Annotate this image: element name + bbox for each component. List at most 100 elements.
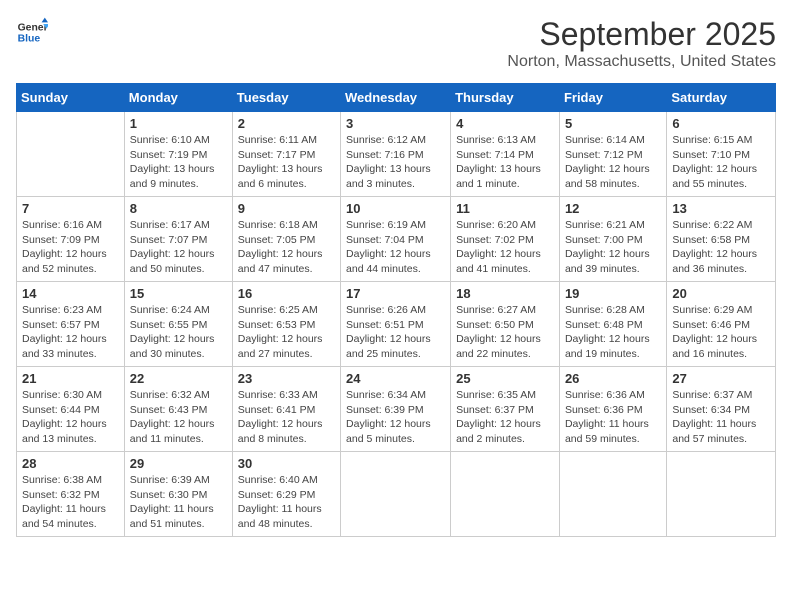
title-area: September 2025 Norton, Massachusetts, Un… — [507, 16, 776, 71]
day-number: 10 — [346, 201, 445, 216]
day-number: 7 — [22, 201, 119, 216]
calendar-cell: 17Sunrise: 6:26 AMSunset: 6:51 PMDayligh… — [341, 282, 451, 367]
calendar-cell: 15 Sunrise: 6:24 AMSunset: 6:55 PMDayligh… — [124, 282, 232, 367]
day-info: Sunrise: 6:16 AMSunset: 7:09 PMDaylight:… — [22, 218, 119, 277]
day-number: 1 — [130, 116, 227, 131]
calendar-cell: 22Sunrise: 6:32 AMSunset: 6:43 PMDayligh… — [124, 367, 232, 452]
calendar-cell — [667, 452, 776, 537]
day-number: 15 — [130, 286, 227, 301]
day-info: Sunrise: 6:24 AMSunset: 6:55 PMDaylight:… — [130, 303, 227, 362]
weekday-header-saturday: Saturday — [667, 84, 776, 112]
weekday-header-friday: Friday — [559, 84, 666, 112]
calendar-cell: 11 Sunrise: 6:20 AMSunset: 7:02 PMDayligh… — [451, 197, 560, 282]
calendar-cell: 10 Sunrise: 6:19 AMSunset: 7:04 PMDayligh… — [341, 197, 451, 282]
calendar-cell: 18 Sunrise: 6:27 AMSunset: 6:50 PMDayligh… — [451, 282, 560, 367]
day-number: 26 — [565, 371, 661, 386]
weekday-header-wednesday: Wednesday — [341, 84, 451, 112]
day-number: 25 — [456, 371, 554, 386]
day-number: 16 — [238, 286, 335, 301]
calendar-cell: 6 Sunrise: 6:15 AMSunset: 7:10 PMDaylight… — [667, 112, 776, 197]
calendar-week-row: 14 Sunrise: 6:23 AMSunset: 6:57 PMDayligh… — [17, 282, 776, 367]
day-info: Sunrise: 6:38 AMSunset: 6:32 PMDaylight:… — [22, 473, 119, 532]
day-number: 4 — [456, 116, 554, 131]
day-number: 12 — [565, 201, 661, 216]
calendar-table: SundayMondayTuesdayWednesdayThursdayFrid… — [16, 83, 776, 537]
page-header: General Blue September 2025 Norton, Mass… — [16, 16, 776, 71]
calendar-cell: 2 Sunrise: 6:11 AMSunset: 7:17 PMDaylight… — [232, 112, 340, 197]
day-number: 20 — [672, 286, 770, 301]
calendar-cell: 12 Sunrise: 6:21 AMSunset: 7:00 PMDayligh… — [559, 197, 666, 282]
day-number: 13 — [672, 201, 770, 216]
calendar-cell: 5 Sunrise: 6:14 AMSunset: 7:12 PMDaylight… — [559, 112, 666, 197]
calendar-cell: 25 Sunrise: 6:35 AMSunset: 6:37 PMDayligh… — [451, 367, 560, 452]
day-number: 6 — [672, 116, 770, 131]
day-info: Sunrise: 6:14 AMSunset: 7:12 PMDaylight:… — [565, 133, 661, 192]
logo: General Blue — [16, 16, 48, 48]
calendar-week-row: 1 Sunrise: 6:10 AMSunset: 7:19 PMDaylight… — [17, 112, 776, 197]
day-info: Sunrise: 6:21 AMSunset: 7:00 PMDaylight:… — [565, 218, 661, 277]
calendar-cell: 30Sunrise: 6:40 AMSunset: 6:29 PMDayligh… — [232, 452, 340, 537]
calendar-cell: 24Sunrise: 6:34 AMSunset: 6:39 PMDayligh… — [341, 367, 451, 452]
weekday-header-sunday: Sunday — [17, 84, 125, 112]
day-info: Sunrise: 6:22 AMSunset: 6:58 PMDaylight:… — [672, 218, 770, 277]
day-number: 5 — [565, 116, 661, 131]
calendar-cell: 28 Sunrise: 6:38 AMSunset: 6:32 PMDayligh… — [17, 452, 125, 537]
day-info: Sunrise: 6:25 AMSunset: 6:53 PMDaylight:… — [238, 303, 335, 362]
calendar-cell: 3 Sunrise: 6:12 AMSunset: 7:16 PMDaylight… — [341, 112, 451, 197]
calendar-cell: 20Sunrise: 6:29 AMSunset: 6:46 PMDayligh… — [667, 282, 776, 367]
day-number: 19 — [565, 286, 661, 301]
day-info: Sunrise: 6:30 AMSunset: 6:44 PMDaylight:… — [22, 388, 119, 447]
calendar-week-row: 21 Sunrise: 6:30 AMSunset: 6:44 PMDayligh… — [17, 367, 776, 452]
calendar-cell: 14 Sunrise: 6:23 AMSunset: 6:57 PMDayligh… — [17, 282, 125, 367]
calendar-cell: 8Sunrise: 6:17 AMSunset: 7:07 PMDaylight… — [124, 197, 232, 282]
calendar-cell: 21 Sunrise: 6:30 AMSunset: 6:44 PMDayligh… — [17, 367, 125, 452]
day-number: 27 — [672, 371, 770, 386]
calendar-cell — [559, 452, 666, 537]
day-info: Sunrise: 6:15 AMSunset: 7:10 PMDaylight:… — [672, 133, 770, 192]
day-info: Sunrise: 6:34 AMSunset: 6:39 PMDaylight:… — [346, 388, 445, 447]
day-number: 23 — [238, 371, 335, 386]
calendar-cell: 23 Sunrise: 6:33 AMSunset: 6:41 PMDayligh… — [232, 367, 340, 452]
weekday-header-thursday: Thursday — [451, 84, 560, 112]
location-title: Norton, Massachusetts, United States — [507, 53, 776, 71]
calendar-cell: 13 Sunrise: 6:22 AMSunset: 6:58 PMDayligh… — [667, 197, 776, 282]
day-number: 28 — [22, 456, 119, 471]
weekday-header-monday: Monday — [124, 84, 232, 112]
day-number: 30 — [238, 456, 335, 471]
day-info: Sunrise: 6:23 AMSunset: 6:57 PMDaylight:… — [22, 303, 119, 362]
calendar-cell: 9Sunrise: 6:18 AMSunset: 7:05 PMDaylight… — [232, 197, 340, 282]
day-info: Sunrise: 6:33 AMSunset: 6:41 PMDaylight:… — [238, 388, 335, 447]
calendar-cell: 27Sunrise: 6:37 AMSunset: 6:34 PMDayligh… — [667, 367, 776, 452]
day-info: Sunrise: 6:10 AMSunset: 7:19 PMDaylight:… — [130, 133, 227, 192]
day-info: Sunrise: 6:20 AMSunset: 7:02 PMDaylight:… — [456, 218, 554, 277]
day-number: 21 — [22, 371, 119, 386]
day-info: Sunrise: 6:36 AMSunset: 6:36 PMDaylight:… — [565, 388, 661, 447]
calendar-cell: 1 Sunrise: 6:10 AMSunset: 7:19 PMDaylight… — [124, 112, 232, 197]
calendar-cell — [451, 452, 560, 537]
day-info: Sunrise: 6:35 AMSunset: 6:37 PMDaylight:… — [456, 388, 554, 447]
logo-icon: General Blue — [16, 16, 48, 48]
calendar-cell: 16 Sunrise: 6:25 AMSunset: 6:53 PMDayligh… — [232, 282, 340, 367]
day-number: 14 — [22, 286, 119, 301]
calendar-week-row: 28 Sunrise: 6:38 AMSunset: 6:32 PMDayligh… — [17, 452, 776, 537]
calendar-cell: 26 Sunrise: 6:36 AMSunset: 6:36 PMDayligh… — [559, 367, 666, 452]
month-title: September 2025 — [507, 16, 776, 53]
day-number: 11 — [456, 201, 554, 216]
day-info: Sunrise: 6:19 AMSunset: 7:04 PMDaylight:… — [346, 218, 445, 277]
day-info: Sunrise: 6:13 AMSunset: 7:14 PMDaylight:… — [456, 133, 554, 192]
day-number: 8 — [130, 201, 227, 216]
day-info: Sunrise: 6:32 AMSunset: 6:43 PMDaylight:… — [130, 388, 227, 447]
weekday-header-tuesday: Tuesday — [232, 84, 340, 112]
day-info: Sunrise: 6:12 AMSunset: 7:16 PMDaylight:… — [346, 133, 445, 192]
day-number: 9 — [238, 201, 335, 216]
day-info: Sunrise: 6:26 AMSunset: 6:51 PMDaylight:… — [346, 303, 445, 362]
day-number: 18 — [456, 286, 554, 301]
svg-text:Blue: Blue — [18, 34, 41, 45]
calendar-week-row: 7 Sunrise: 6:16 AMSunset: 7:09 PMDaylight… — [17, 197, 776, 282]
day-number: 29 — [130, 456, 227, 471]
day-number: 2 — [238, 116, 335, 131]
day-number: 3 — [346, 116, 445, 131]
day-info: Sunrise: 6:11 AMSunset: 7:17 PMDaylight:… — [238, 133, 335, 192]
weekday-header-row: SundayMondayTuesdayWednesdayThursdayFrid… — [17, 84, 776, 112]
day-info: Sunrise: 6:27 AMSunset: 6:50 PMDaylight:… — [456, 303, 554, 362]
